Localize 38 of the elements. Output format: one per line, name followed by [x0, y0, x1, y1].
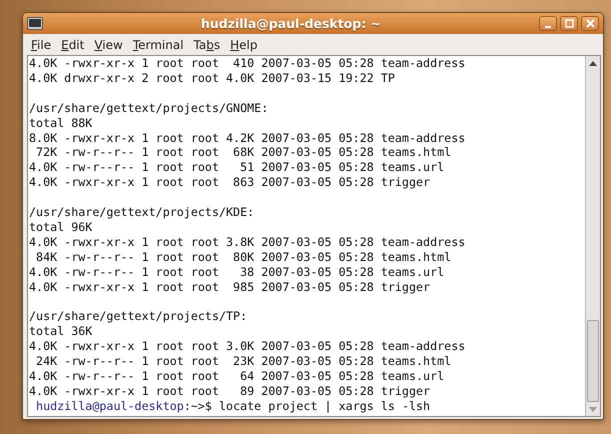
terminal-line: 72K -rw-r--r-- 1 root root 68K 2007-03-05 05:28 teams.html: [35, 145, 452, 160]
menu-item[interactable]: Tabs: [190, 38, 224, 52]
terminal-line: /usr/share/gettext/projects/GNOME:: [29, 100, 268, 116]
terminal-line: 4.0K drwxr-xr-x 2 root root 4.0K 2007-03-15 19:22 TP: [29, 70, 395, 86]
maximize-icon: [564, 19, 574, 28]
terminal-line: 4.0K -rw-r--r-- 1 root root 51 2007-03-05 05:28 teams.url: [29, 160, 444, 176]
menu-item[interactable]: Edit: [57, 38, 88, 52]
window-title: hudzilla@paul-desktop: ~: [200, 16, 382, 31]
terminal-line: 4.0K -rwxr-xr-x 1 root root 863 2007-03-05 05:28 trigger: [29, 175, 430, 190]
menu-item[interactable]: Help: [226, 38, 262, 52]
terminal-line: 4.0K -rwxr-xr-x 1 root root 89 2007-03-05 05:28 trigger: [29, 384, 430, 399]
minimize-button[interactable]: [539, 16, 557, 31]
menu-item[interactable]: Terminal: [128, 38, 188, 52]
scroll-up-icon[interactable]: [589, 60, 597, 66]
terminal-line: total 36K: [29, 324, 92, 340]
terminal-line: 4.0K -rwxr-xr-x 1 root root 3.0K 2007-03-05 05:28 team-address: [29, 339, 466, 354]
terminal-line: total 88K: [29, 116, 92, 131]
close-icon: [586, 19, 594, 28]
terminal-line: /usr/share/gettext/projects/KDE:: [29, 205, 254, 220]
maximize-button[interactable]: [560, 16, 578, 31]
close-button[interactable]: [581, 16, 599, 31]
terminal-line: 84K -rw-r--r-- 1 root root 80K 2007-03-05 05:28 teams.html: [35, 250, 452, 265]
terminal-line: 4.0K -rwxr-xr-x 1 root root 985 2007-03-05 05:28 trigger: [29, 280, 430, 294]
command-prompt-line: hudzilla@paul-desktop:~>$ locate project | xargs ls -lsh: [35, 398, 430, 414]
terminal-icon: [27, 17, 43, 30]
menu-item[interactable]: File: [27, 38, 56, 52]
scrollbar-thumb[interactable]: [587, 320, 599, 402]
terminal-line: total 96K: [29, 220, 92, 235]
terminal-line: 8.0K -rwxr-xr-x 1 root root 4.2K 2007-03-05 05:28 team-address: [29, 130, 466, 146]
terminal-line: 4.0K -rw-r--r-- 1 root root 38 2007-03-05 05:28 teams.url: [29, 264, 444, 280]
terminal-line: 4.0K -rwxr-xr-x 1 root root 3.8K 2007-03-05 05:28 team-address: [29, 234, 466, 250]
minimize-icon: [545, 26, 551, 28]
menu-item[interactable]: View: [90, 38, 127, 52]
terminal-line: 4.0K -rwxr-xr-x 1 root root 410 2007-03-05 05:28 team-address: [29, 56, 466, 71]
terminal-line: 4.0K -rw-r--r-- 1 root root 64 2007-03-05 05:28 teams.url: [29, 368, 444, 384]
terminal-line: 24K -rw-r--r-- 1 root root 23K 2007-03-05 05:28 teams.html: [35, 354, 452, 369]
terminal-line: /usr/share/gettext/projects/TP:: [29, 309, 248, 324]
scrollbar[interactable]: [585, 56, 600, 416]
